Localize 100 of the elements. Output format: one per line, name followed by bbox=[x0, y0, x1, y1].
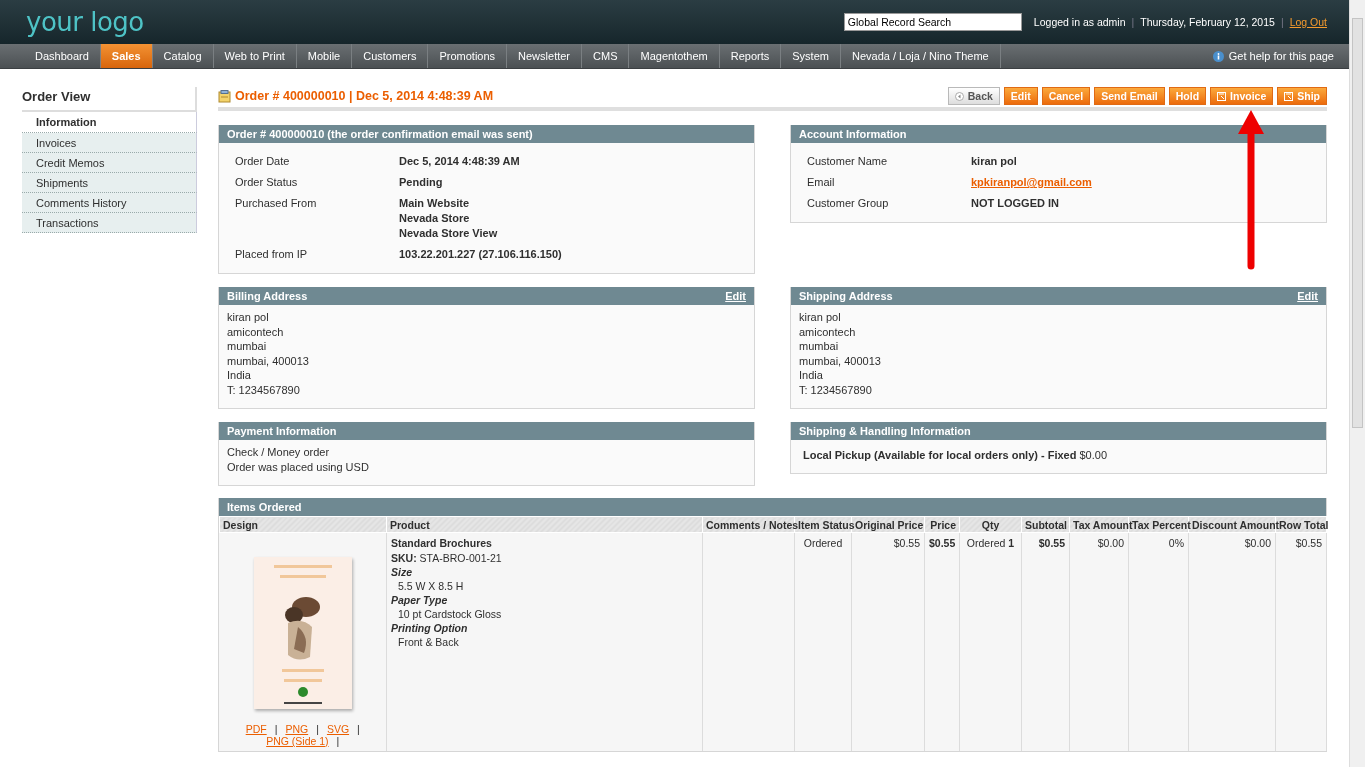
sidebar-tab[interactable]: Shipments bbox=[22, 173, 197, 193]
nav-tab[interactable]: Web to Print bbox=[213, 44, 297, 68]
page-title: Order # 400000010 | Dec 5, 2014 4:48:39 AM bbox=[235, 89, 494, 103]
field-value: Pending bbox=[399, 176, 443, 188]
edit-link[interactable]: Edit bbox=[1297, 290, 1318, 302]
scrollbar[interactable] bbox=[1349, 0, 1365, 767]
table-cell: Ordered bbox=[966, 537, 1006, 549]
shipping-method-text: Local Pickup (Available for local orders only) - Fixed $0.00 bbox=[803, 449, 1108, 461]
download-link[interactable]: SVG bbox=[326, 723, 350, 735]
table-cell: $0.55 bbox=[1038, 537, 1065, 549]
help-link[interactable]: Get help for this page bbox=[1228, 50, 1334, 62]
field-value: NOT LOGGED IN bbox=[971, 197, 1059, 209]
separator-text: | bbox=[274, 723, 278, 735]
address-line: T: 1234567890 bbox=[799, 383, 873, 396]
download-link[interactable]: PDF bbox=[245, 723, 267, 735]
help-icon bbox=[1212, 50, 1224, 62]
section-header: Payment Information bbox=[219, 422, 754, 440]
address-line: mumbai, 400013 bbox=[799, 354, 882, 367]
address-line: kiran pol bbox=[227, 311, 270, 324]
nav-tab[interactable]: CMS bbox=[582, 44, 630, 68]
field-value: Nevada Store View bbox=[399, 227, 498, 239]
section-header: Shipping & Handling Information bbox=[791, 422, 1326, 440]
option-value: 5.5 W X 8.5 H bbox=[397, 580, 465, 592]
option-value: Front & Back bbox=[397, 636, 460, 648]
separator-text: | bbox=[316, 723, 319, 735]
logout-link[interactable]: Log Out bbox=[1289, 16, 1327, 28]
sidebar-tab[interactable]: Invoices bbox=[22, 133, 197, 153]
address-line: mumbai bbox=[227, 340, 268, 353]
field-value: Main Website bbox=[399, 197, 471, 209]
section-header: Items Ordered bbox=[219, 498, 1326, 516]
document-icon bbox=[1284, 91, 1294, 101]
payment-text: Order was placed using USD bbox=[227, 460, 370, 473]
nav-tab[interactable]: Magentothem bbox=[629, 44, 720, 68]
address-line: kiran pol bbox=[799, 311, 842, 324]
logo: your logo bbox=[26, 7, 144, 37]
sidebar-tab[interactable]: Comments History bbox=[22, 193, 197, 213]
login-status: Logged in as admin bbox=[1033, 16, 1126, 28]
nav-tab[interactable]: Customers bbox=[352, 44, 429, 68]
document-icon bbox=[1217, 91, 1227, 101]
separator-text: | bbox=[336, 735, 340, 747]
table-cell: $0.00 bbox=[1097, 537, 1124, 549]
nav-tab[interactable]: Catalog bbox=[152, 44, 214, 68]
sku-value: STA-BRO-001-21 bbox=[419, 552, 502, 564]
nav-tab[interactable]: Nevada / Loja / Nino Theme bbox=[840, 44, 1001, 68]
separator-text: | bbox=[357, 723, 360, 735]
table-cell: 0% bbox=[1168, 537, 1184, 549]
field-label: Email bbox=[807, 176, 836, 188]
option-label: Size bbox=[391, 566, 413, 578]
option-value: 10 pt Cardstock Gloss bbox=[397, 608, 503, 620]
field-value: Dec 5, 2014 4:48:39 AM bbox=[399, 155, 520, 167]
address-line: mumbai, 400013 bbox=[227, 354, 310, 367]
section-title: Shipping Address bbox=[799, 290, 893, 302]
sidebar-tab[interactable]: Credit Memos bbox=[22, 153, 197, 173]
scroll-thumb[interactable] bbox=[1352, 18, 1363, 428]
address-line: mumbai bbox=[799, 340, 840, 353]
back-button[interactable]: Back bbox=[947, 87, 1000, 105]
address-line: T: 1234567890 bbox=[227, 383, 301, 396]
column-header: Price bbox=[924, 516, 960, 533]
column-header: Subtotal bbox=[1021, 516, 1070, 533]
download-link[interactable]: PNG (Side 1) bbox=[266, 735, 329, 747]
search-field[interactable]: Global Record Search bbox=[843, 13, 1022, 31]
sidebar-tab[interactable]: Transactions bbox=[22, 213, 197, 233]
field-value: 103.22.201.227 (27.106.116.150) bbox=[399, 248, 562, 260]
nav-tab[interactable]: Promotions bbox=[428, 44, 508, 68]
back-icon bbox=[954, 91, 964, 101]
address-line: amicontech bbox=[799, 325, 857, 338]
column-header: Qty bbox=[959, 516, 1022, 533]
column-header: Design bbox=[219, 516, 387, 533]
edit-link[interactable]: Edit bbox=[725, 290, 746, 302]
nav-tab[interactable]: Mobile bbox=[296, 44, 353, 68]
field-label: Customer Name bbox=[807, 155, 889, 167]
field-label: Purchased From bbox=[235, 197, 318, 211]
sidebar-tab[interactable]: Information bbox=[22, 112, 197, 133]
separator-text: | bbox=[1131, 16, 1135, 28]
nav-tab[interactable]: System bbox=[781, 44, 841, 68]
table-cell: $0.55 bbox=[1295, 537, 1322, 549]
date-text: Thursday, February 12, 2015 bbox=[1140, 16, 1275, 28]
table-cell: $0.00 bbox=[1244, 537, 1271, 549]
address-line: amicontech bbox=[227, 325, 285, 338]
table-cell: $0.55 bbox=[929, 537, 956, 549]
option-label: Paper Type bbox=[391, 594, 449, 606]
nav-tab[interactable]: Reports bbox=[719, 44, 782, 68]
section-header: Order # 400000010 (the order confirmation email was sent) bbox=[219, 125, 754, 143]
payment-text: Check / Money order bbox=[227, 446, 331, 459]
field-value: Nevada Store bbox=[399, 212, 471, 224]
email-link[interactable]: kpkiranpol@gmail.com bbox=[971, 176, 1092, 188]
nav-tab[interactable]: Newsletter bbox=[507, 44, 583, 68]
nav-tab[interactable]: Dashboard bbox=[24, 44, 101, 68]
option-label: Printing Option bbox=[391, 622, 469, 634]
field-label: Order Date bbox=[235, 155, 291, 167]
download-link[interactable]: PNG bbox=[285, 723, 309, 735]
sku-label: SKU: bbox=[391, 552, 417, 564]
field-label: Order Status bbox=[235, 176, 299, 188]
table-cell: $0.55 bbox=[893, 537, 920, 549]
field-label: Placed from IP bbox=[235, 248, 309, 260]
column-header: Product bbox=[386, 516, 703, 533]
section-title: Billing Address bbox=[227, 290, 308, 302]
field-label: Customer Group bbox=[807, 197, 890, 209]
quantity-value: 1 bbox=[1008, 537, 1015, 549]
order-icon bbox=[218, 89, 231, 103]
